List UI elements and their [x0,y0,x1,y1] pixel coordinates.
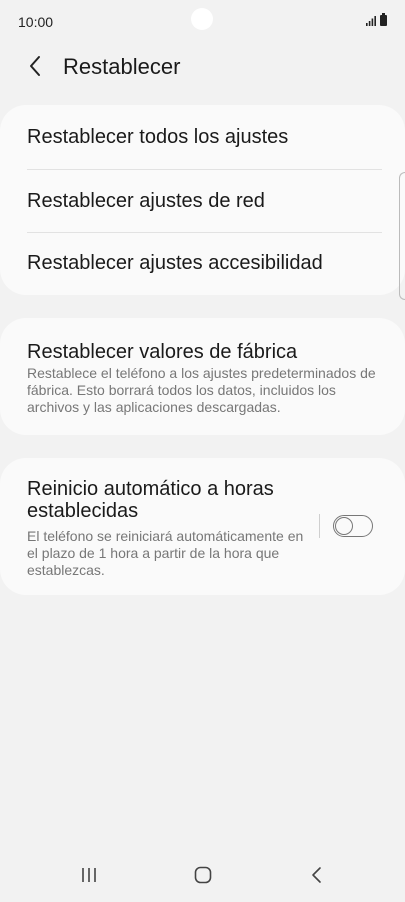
factory-reset-item[interactable]: Restablecer valores de fábrica Restablec… [0,318,405,435]
factory-reset-card: Restablecer valores de fábrica Restablec… [0,318,405,435]
factory-reset-title: Restablecer valores de fábrica [27,341,298,363]
toggle-knob [335,516,353,535]
reset-options-card: Restablecer todos los ajustes Restablece… [0,105,405,295]
auto-restart-toggle[interactable] [333,515,373,537]
navigation-bar [0,850,405,902]
chevron-left-icon[interactable] [24,52,48,80]
page-title: Restablecer [63,54,181,79]
signal-icon [366,16,376,26]
battery-icon [380,13,387,26]
toggle-divider [319,514,320,538]
auto-restart-title: Reinicio automático a horas establecidas [27,478,274,522]
camera-cutout [191,8,213,30]
auto-restart-card: Reinicio automático a horas establecidas… [0,458,405,595]
reset-accessibility-settings-item[interactable]: Restablecer ajustes accesibilidad [0,233,405,295]
recents-icon[interactable] [80,867,98,883]
home-icon[interactable] [194,866,212,884]
scroll-indicator[interactable] [399,172,405,300]
reset-accessibility-settings-label: Restablecer ajustes accesibilidad [27,252,323,274]
factory-reset-description: Restablece el teléfono a los ajustes pre… [27,365,376,415]
status-icons [366,13,387,26]
reset-all-settings-label: Restablecer todos los ajustes [27,126,289,148]
reset-network-settings-item[interactable]: Restablecer ajustes de red [0,170,405,232]
status-bar: 10:00 [0,0,405,44]
back-icon[interactable] [309,866,323,884]
reset-all-settings-item[interactable]: Restablecer todos los ajustes [0,105,405,169]
status-time: 10:00 [18,14,54,30]
header: Restablecer [0,46,405,86]
auto-restart-description: El teléfono se reiniciará automáticament… [27,528,304,578]
reset-network-settings-label: Restablecer ajustes de red [27,190,265,212]
